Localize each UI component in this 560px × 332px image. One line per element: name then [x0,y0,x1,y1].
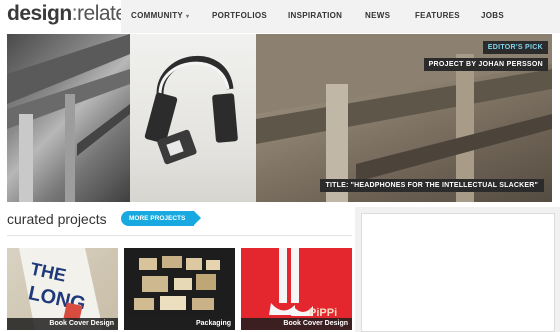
nav-inspiration[interactable]: INSPIRATION [288,11,342,20]
featured-project-hero[interactable]: EDITOR'S PICK PROJECT BY JOHAN PERSSON T… [7,34,552,202]
nav-features[interactable]: FEATURES [415,11,460,20]
nav-news[interactable]: NEWS [365,11,390,20]
hero-image-headphones [130,34,256,202]
more-projects-button[interactable]: MORE PROJECTS [121,211,202,226]
header: design:relatedTM COMMUNITY▾ PORTFOLIOS I… [0,0,560,33]
project-caption: Book Cover Design [241,318,352,330]
hero-image-bridge-right: EDITOR'S PICK PROJECT BY JOHAN PERSSON T… [256,34,552,202]
nav-community-label: COMMUNITY [131,11,184,20]
nav-portfolios[interactable]: PORTFOLIOS [212,11,267,20]
project-title-label[interactable]: TITLE: "HEADPHONES FOR THE INTELLECTUAL … [319,179,544,192]
section-divider [7,235,352,236]
project-caption: Book Cover Design [7,318,118,330]
nav-jobs[interactable]: JOBS [481,11,504,20]
curated-projects-heading: curated projects [7,211,107,227]
project-caption: Packaging [124,318,235,330]
nav-community[interactable]: COMMUNITY ▾ [131,11,189,20]
project-thumbnail[interactable]: Packaging [124,248,235,330]
chevron-down-icon: ▾ [186,14,190,20]
hero-image-bridge-left [7,34,130,202]
project-thumbnail[interactable]: THE LONG Book Cover Design [7,248,118,330]
project-author-label[interactable]: PROJECT BY JOHAN PERSSON [423,58,548,71]
main-nav: COMMUNITY ▾ PORTFOLIOS INSPIRATION NEWS F… [121,0,560,33]
editors-pick-badge: EDITOR'S PICK [482,41,548,54]
sidebar-ad-box [361,213,555,332]
bridge-graphic [7,34,130,202]
project-thumbnail[interactable]: PiPPi Book Cover Design [241,248,352,330]
logo-word-design: design [7,2,72,25]
headphones-icon [144,55,238,165]
